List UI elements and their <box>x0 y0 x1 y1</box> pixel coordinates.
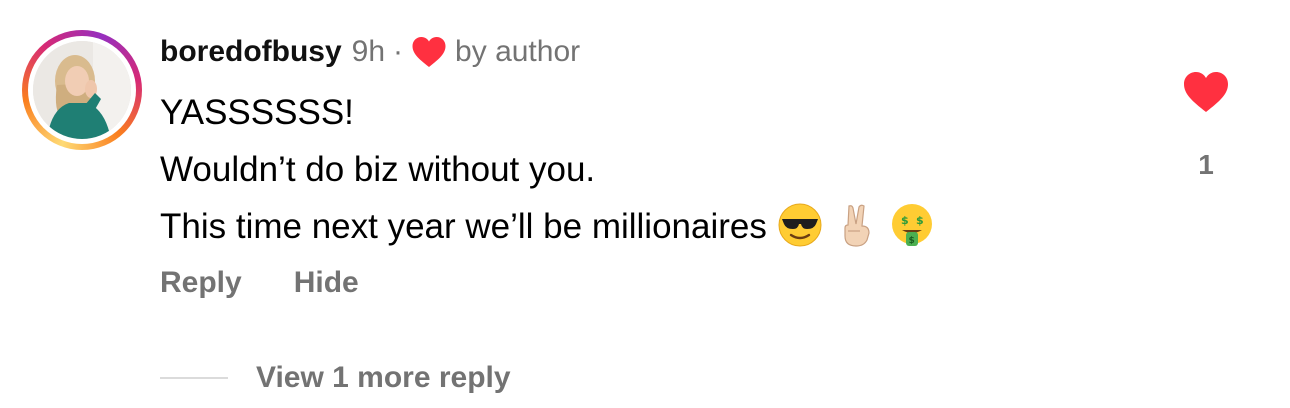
heart-icon <box>411 35 447 69</box>
comment-line: YASSSSSS! <box>160 93 354 132</box>
comment-actions: Reply Hide <box>160 266 411 300</box>
view-replies-row: View 1 more reply <box>160 356 511 400</box>
replies-divider <box>160 377 228 379</box>
avatar-photo <box>33 41 131 139</box>
svg-text:$: $ <box>901 214 909 227</box>
comment-line: Wouldn’t do biz without you. <box>160 150 596 189</box>
hide-button[interactable]: Hide <box>294 266 359 300</box>
liked-by-author-label: by author <box>455 35 581 68</box>
svg-text:$: $ <box>916 214 924 227</box>
comment: boredofbusy 9h · by author YASSSSSS! Wou… <box>0 0 1290 408</box>
comment-header: boredofbusy 9h · by author <box>160 30 580 74</box>
meta-separator: · <box>393 35 404 68</box>
like-column: 1 <box>1176 70 1236 181</box>
smiling-face-with-sunglasses-icon <box>777 202 823 265</box>
username[interactable]: boredofbusy <box>160 35 342 69</box>
view-more-replies-button[interactable]: View 1 more reply <box>256 361 511 395</box>
timestamp: 9h <box>351 35 386 68</box>
money-mouth-face-icon: $ $ $ <box>889 202 935 265</box>
avatar[interactable] <box>33 41 131 139</box>
comment-line-with-emoji: This time next year we’ll be millionaire… <box>160 198 935 255</box>
reply-button[interactable]: Reply <box>160 266 242 300</box>
comment-body: YASSSSSS! Wouldn’t do biz without you. T… <box>160 84 935 255</box>
like-heart-icon[interactable] <box>1176 70 1236 119</box>
avatar-story-ring[interactable] <box>22 30 142 150</box>
like-count: 1 <box>1198 149 1214 180</box>
comment-line: This time next year we’ll be millionaire… <box>160 207 767 246</box>
victory-hand-icon <box>833 202 879 265</box>
svg-text:$: $ <box>908 236 914 246</box>
